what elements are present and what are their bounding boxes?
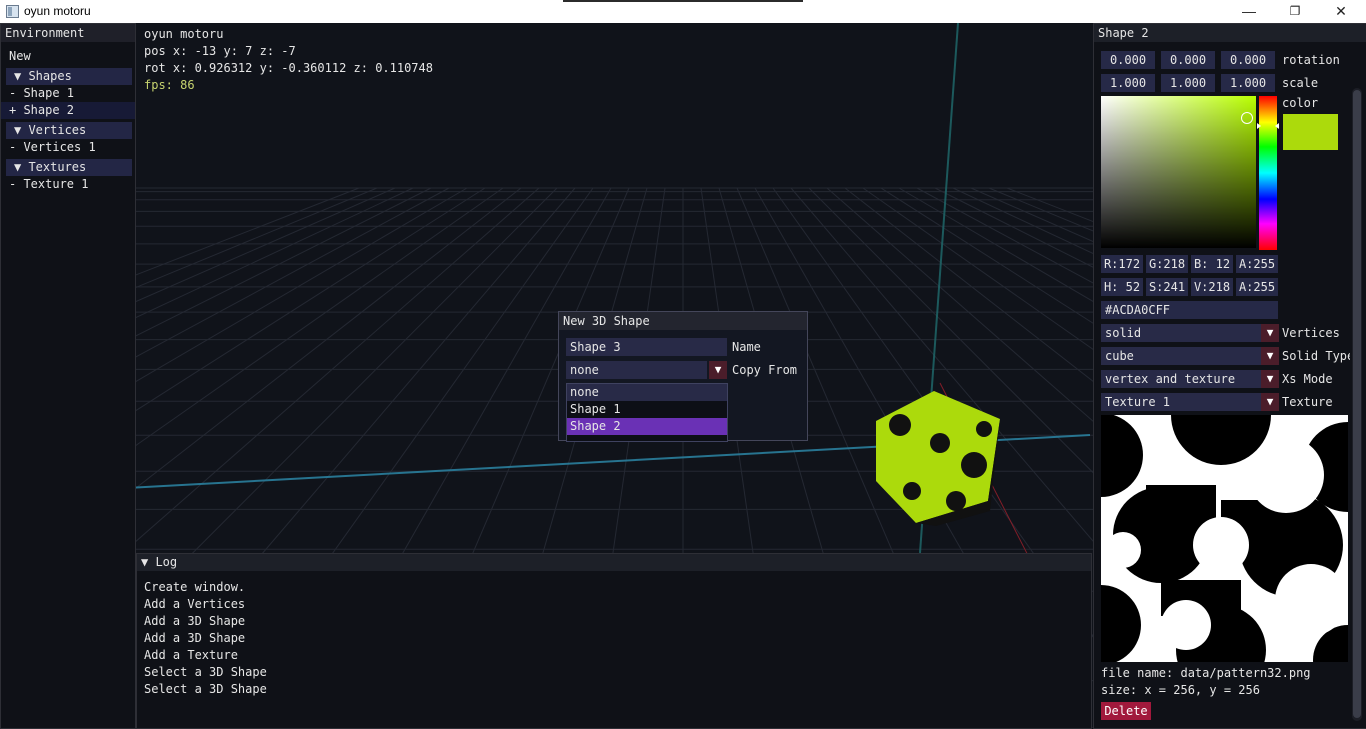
scene-title: oyun motoru xyxy=(144,27,224,41)
fps-counter: fps: 86 xyxy=(144,78,195,92)
hue-slider[interactable] xyxy=(1259,96,1277,250)
vertices-label: Vertices xyxy=(1282,326,1340,340)
shape-name-input[interactable]: Shape 3 xyxy=(566,338,727,356)
scrollbar-thumb[interactable] xyxy=(1353,90,1361,718)
texture-preview xyxy=(1101,415,1348,662)
camera-rotation: rot x: 0.926312 y: -0.360112 z: 0.110748 xyxy=(144,61,433,75)
dialog-title: New 3D Shape xyxy=(559,312,807,330)
app-icon xyxy=(6,5,19,18)
shape-item-2[interactable]: + Shape 2 xyxy=(1,102,135,119)
scale-y-field[interactable]: 1.000 xyxy=(1161,74,1215,92)
texture-item-1[interactable]: - Texture 1 xyxy=(1,176,135,193)
chevron-down-icon[interactable]: ▼ xyxy=(1261,393,1279,411)
shape-panel-title: Shape 2 xyxy=(1094,24,1366,42)
saturation-field[interactable]: S:241 xyxy=(1146,278,1188,296)
hex-field[interactable]: #ACDA0CFF xyxy=(1101,301,1278,319)
color-picker-cursor[interactable] xyxy=(1241,112,1253,124)
vertices-select[interactable]: solid xyxy=(1101,324,1261,342)
hue-slider-marker[interactable] xyxy=(1257,123,1279,129)
xs-mode-select[interactable]: vertex and texture xyxy=(1101,370,1261,388)
red-field[interactable]: R:172 xyxy=(1101,255,1143,273)
file-name: file name: data/pattern32.png xyxy=(1101,666,1311,680)
new-button[interactable]: New xyxy=(1,48,135,65)
log-entry: Select a 3D Shape xyxy=(144,682,267,696)
texture-size: size: x = 256, y = 256 xyxy=(1101,683,1260,697)
scale-x-field[interactable]: 1.000 xyxy=(1101,74,1155,92)
titlebar-accent xyxy=(563,0,803,2)
option-shape-1[interactable]: Shape 1 xyxy=(567,401,727,418)
close-icon[interactable]: ✕ xyxy=(1318,0,1364,23)
log-header[interactable]: ▼ Log xyxy=(137,554,1091,571)
color-sv-picker[interactable] xyxy=(1101,96,1256,248)
green-field[interactable]: G:218 xyxy=(1146,255,1188,273)
copy-from-select[interactable]: none xyxy=(566,361,707,379)
minimize-icon[interactable]: — xyxy=(1226,0,1272,23)
chevron-down-icon[interactable]: ▼ xyxy=(1261,347,1279,365)
chevron-down-icon[interactable]: ▼ xyxy=(709,361,727,379)
solid-type-label: Solid Type xyxy=(1282,349,1350,363)
vertices-item-1[interactable]: - Vertices 1 xyxy=(1,139,135,156)
alpha-field-hsv[interactable]: A:255 xyxy=(1236,278,1278,296)
log-entry: Add a 3D Shape xyxy=(144,614,246,628)
rotation-label: rotation xyxy=(1282,53,1340,67)
alpha-field[interactable]: A:255 xyxy=(1236,255,1278,273)
window-title: oyun motoru xyxy=(24,4,91,18)
vertices-section[interactable]: ▼ Vertices xyxy=(6,122,132,139)
textures-section[interactable]: ▼ Textures xyxy=(6,159,132,176)
xs-mode-label: Xs Mode xyxy=(1282,372,1333,386)
rotation-z-field[interactable]: 0.000 xyxy=(1221,51,1275,69)
camera-position: pos x: -13 y: 7 z: -7 xyxy=(144,44,296,58)
log-entry: Select a 3D Shape xyxy=(144,665,267,679)
copy-from-options: none Shape 1 Shape 2 xyxy=(566,383,728,442)
rotation-y-field[interactable]: 0.000 xyxy=(1161,51,1215,69)
environment-header: Environment xyxy=(1,24,135,42)
rotation-x-field[interactable]: 0.000 xyxy=(1101,51,1155,69)
copy-from-label: Copy From xyxy=(732,363,798,377)
value-field[interactable]: V:218 xyxy=(1191,278,1233,296)
texture-select[interactable]: Texture 1 xyxy=(1101,393,1261,411)
log-panel: ▼ Log Create window. Add a Vertices Add … xyxy=(136,553,1092,729)
textured-cube[interactable] xyxy=(876,391,1000,526)
chevron-down-icon[interactable]: ▼ xyxy=(1261,370,1279,388)
scene-info: oyun motoru pos x: -13 y: 7 z: -7 rot x:… xyxy=(144,26,433,94)
log-entry: Create window. xyxy=(144,580,246,594)
color-swatch[interactable] xyxy=(1283,114,1338,150)
shapes-section[interactable]: ▼ Shapes xyxy=(6,68,132,85)
log-entry: Add a 3D Shape xyxy=(144,631,246,645)
log-entry: Add a Vertices xyxy=(144,597,246,611)
scale-z-field[interactable]: 1.000 xyxy=(1221,74,1275,92)
solid-type-select[interactable]: cube xyxy=(1101,347,1261,365)
panel-scrollbar[interactable] xyxy=(1352,88,1362,721)
option-shape-2[interactable]: Shape 2 xyxy=(567,418,727,435)
scale-label: scale xyxy=(1282,76,1319,90)
color-label: color xyxy=(1282,96,1319,110)
chevron-down-icon[interactable]: ▼ xyxy=(1261,324,1279,342)
hue-field[interactable]: H: 52 xyxy=(1101,278,1143,296)
option-none[interactable]: none xyxy=(567,384,727,401)
name-label: Name xyxy=(732,340,761,354)
maximize-icon[interactable]: ❐ xyxy=(1272,0,1318,23)
window-titlebar: oyun motoru — ❐ ✕ xyxy=(0,0,1366,23)
log-entry: Add a Texture xyxy=(144,648,238,662)
shape-item-1[interactable]: - Shape 1 xyxy=(1,85,135,102)
delete-button[interactable]: Delete xyxy=(1101,702,1151,720)
texture-label: Texture xyxy=(1282,395,1333,409)
blue-field[interactable]: B: 12 xyxy=(1191,255,1233,273)
environment-panel: Environment New ▼ Shapes - Shape 1 + Sha… xyxy=(0,23,136,729)
